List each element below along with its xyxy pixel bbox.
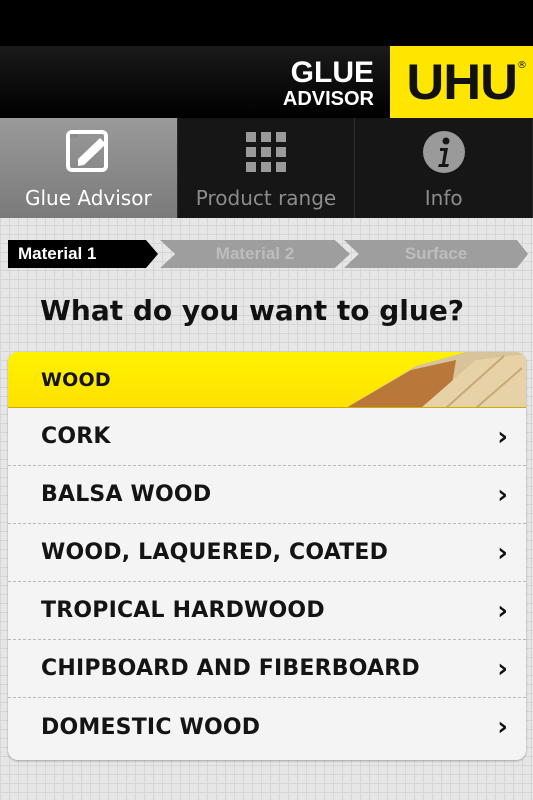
chevron-right-icon: › <box>497 712 508 742</box>
chevron-right-icon: › <box>497 537 508 568</box>
tab-glue-advisor[interactable]: Glue Advisor <box>0 118 178 218</box>
category-header-wood[interactable]: WOOD <box>8 352 526 408</box>
list-item[interactable]: WOOD, LAQUERED, COATED › <box>8 524 526 582</box>
list-item[interactable]: CHIPBOARD AND FIBERBOARD › <box>8 640 526 698</box>
list-item[interactable]: CORK › <box>8 408 526 466</box>
step-surface: Surface <box>344 240 528 268</box>
list-item[interactable]: TROPICAL HARDWOOD › <box>8 582 526 640</box>
info-icon <box>418 126 470 178</box>
wood-sample-image <box>347 352 526 407</box>
step-material-2: Material 2 <box>160 240 350 268</box>
pencil-note-icon <box>62 126 114 178</box>
list-item[interactable]: BALSA WOOD › <box>8 466 526 524</box>
chevron-right-icon: › <box>497 421 508 452</box>
glue-advisor-logo: GLUE ADVISOR <box>282 56 374 110</box>
uhu-logo: UHU ® <box>390 46 533 118</box>
chevron-right-icon: › <box>497 653 508 684</box>
tab-product-range[interactable]: Product range <box>178 118 356 218</box>
list-item[interactable]: DOMESTIC WOOD › <box>8 698 526 756</box>
status-bar <box>0 0 533 46</box>
page-title: What do you want to glue? <box>40 294 465 327</box>
tab-bar: Glue Advisor Product range Info <box>0 118 533 218</box>
material-list: WOOD CORK › BALSA WOOD › WOOD, LAQUERED,… <box>8 352 526 760</box>
step-progress: Material 1 Material 2 Surface <box>8 240 528 268</box>
tab-info[interactable]: Info <box>355 118 533 218</box>
chevron-right-icon: › <box>497 479 508 510</box>
step-material-1[interactable]: Material 1 <box>8 240 158 268</box>
chevron-right-icon: › <box>497 595 508 626</box>
grid-icon <box>240 126 292 178</box>
